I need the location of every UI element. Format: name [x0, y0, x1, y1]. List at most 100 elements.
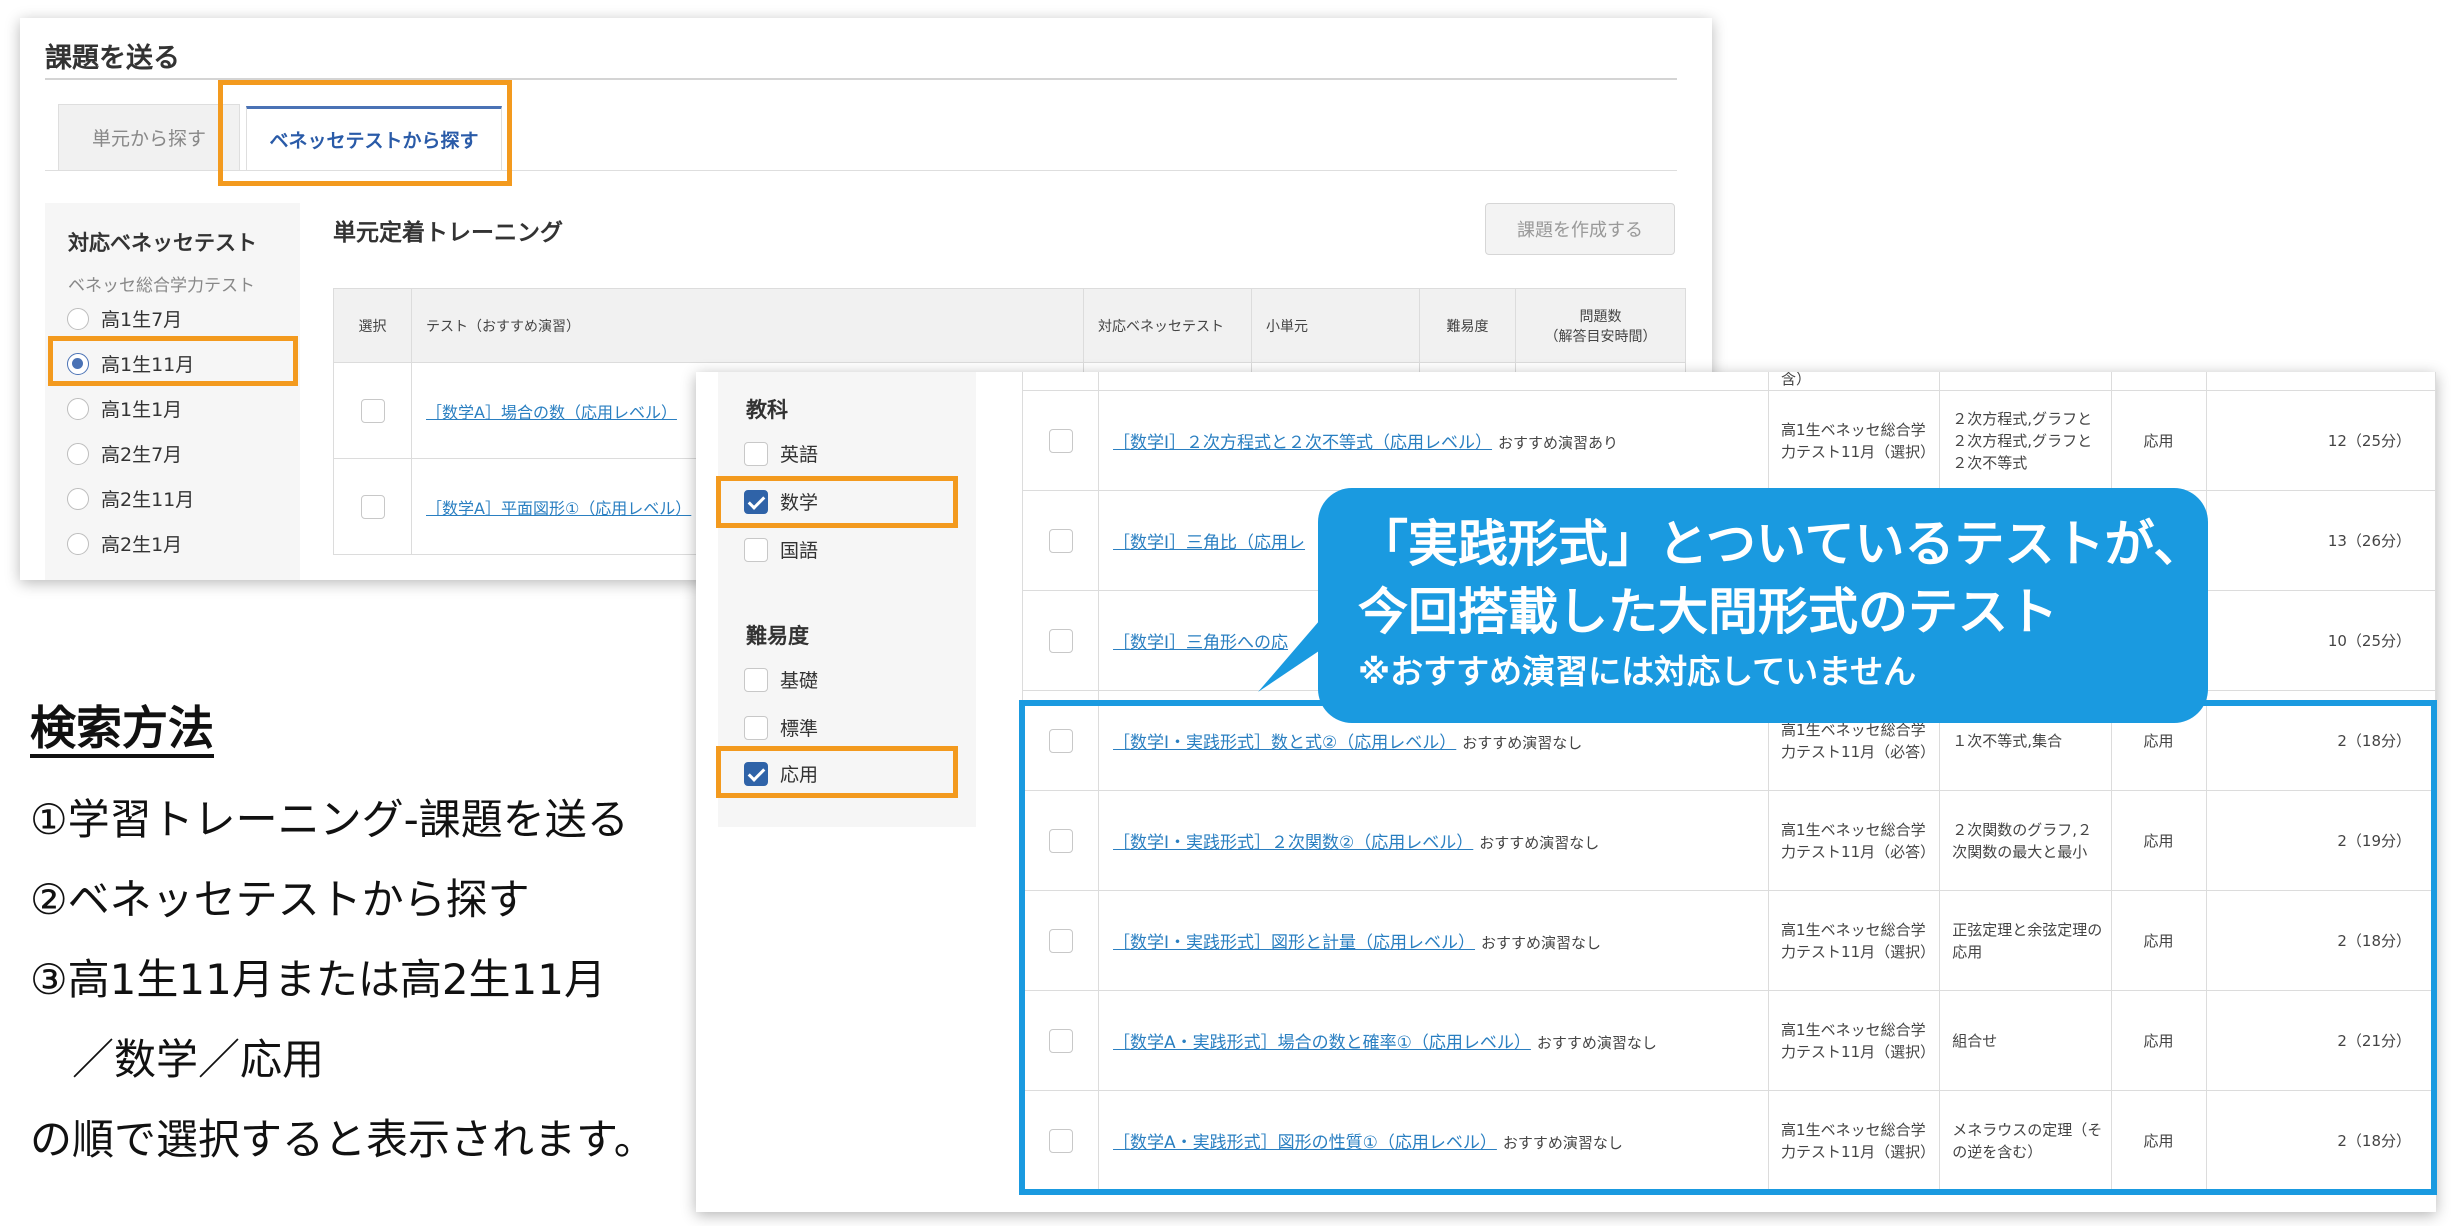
recommend-note: おすすめ演習あり: [1498, 434, 1619, 452]
radio-button[interactable]: [67, 397, 89, 420]
difficulty-option-basic[interactable]: 基礎: [744, 666, 818, 693]
checkbox[interactable]: [744, 537, 768, 562]
difficulty-filter-title: 難易度: [746, 624, 809, 648]
subject-option-english[interactable]: 英語: [744, 440, 818, 467]
cell: [2110, 372, 2207, 391]
subunit-cell: 組合せ: [1939, 990, 2112, 1091]
row-checkbox[interactable]: [1048, 1028, 1073, 1053]
callout-line-2: 今回搭載した大問形式のテスト: [1358, 583, 2058, 641]
col-header-select: 選択: [333, 288, 412, 363]
count-cell: 12（25分）: [2205, 390, 2436, 491]
test-title-cell: ［数学Ⅰ］２次方程式と２次不等式（応用レベル） おすすめ演習あり: [1098, 390, 1770, 491]
recommend-note: おすすめ演習なし: [1481, 934, 1602, 952]
test-link[interactable]: ［数学A］平面図形①（応用レベル）: [426, 499, 691, 518]
checkbox[interactable]: [744, 441, 768, 466]
checkbox[interactable]: [744, 667, 768, 692]
recommend-note: おすすめ演習なし: [1502, 1134, 1623, 1152]
benesse-test-cell: 高1生ベネッセ総合学力テスト11月（選択）: [1768, 990, 1941, 1091]
difficulty-option-applied[interactable]: 応用: [744, 760, 818, 787]
checkbox-label: 基礎: [780, 670, 819, 692]
difficulty-option-standard[interactable]: 標準: [744, 714, 818, 741]
radio-label: 高2生7月: [101, 444, 183, 466]
radio-option-2nen-7gatsu[interactable]: 高2生7月: [67, 440, 182, 467]
difficulty-cell: 応用: [2110, 390, 2207, 491]
instruction-step-1: ①学習トレーニング-課題を送る: [30, 795, 629, 844]
test-link[interactable]: ［数学A・実践形式］場合の数と確率①（応用レベル）: [1113, 1033, 1531, 1053]
row-checkbox[interactable]: [1048, 428, 1073, 453]
select-cell: [1021, 590, 1100, 691]
tab-search-by-unit[interactable]: 単元から探す: [58, 104, 240, 170]
test-link[interactable]: ［数学Ⅰ］２次方程式と２次不等式（応用レベル）: [1113, 433, 1492, 453]
radio-button[interactable]: [67, 487, 89, 510]
radio-option-1nen-11gatsu[interactable]: 高1生11月: [67, 350, 194, 377]
col-header-count-line1: 問題数: [1579, 308, 1622, 325]
test-link[interactable]: ［数学A・実践形式］図形の性質①（応用レベル）: [1113, 1133, 1497, 1153]
select-cell: [333, 362, 412, 459]
difficulty-cell: 応用: [2110, 1090, 2207, 1191]
count-cell: 2（19分）: [2205, 790, 2436, 891]
select-cell: [1021, 990, 1100, 1091]
row-checkbox[interactable]: [1048, 828, 1073, 853]
radio-button-selected[interactable]: [67, 352, 89, 375]
radio-option-2nen-11gatsu[interactable]: 高2生11月: [67, 485, 194, 512]
select-cell: [1021, 390, 1100, 491]
subject-option-math[interactable]: 数学: [744, 488, 818, 515]
test-link[interactable]: ［数学Ⅰ］三角比（応用レ: [1113, 533, 1305, 553]
count-cell: 10（25分）: [2205, 590, 2436, 691]
tab-search-by-benesse-test[interactable]: ベネッセテストから探す: [246, 106, 502, 170]
radio-button[interactable]: [67, 532, 89, 555]
callout-bubble: 「実践形式」とついているテストが、 今回搭載した大問形式のテスト ※おすすめ演習…: [1318, 488, 2208, 723]
benesse-test-cell: 高1生ベネッセ総合学力テスト11月（選択）: [1768, 390, 1941, 491]
row-checkbox[interactable]: [360, 494, 385, 519]
checkbox-label: 数学: [780, 492, 819, 514]
row-checkbox[interactable]: [1048, 528, 1073, 553]
recommend-note: おすすめ演習なし: [1536, 1034, 1657, 1052]
count-cell: 2（18分）: [2205, 690, 2436, 791]
checkbox-checked[interactable]: [744, 489, 768, 514]
table-header-row: 選択 テスト（おすすめ演習） 対応ベネッセテスト 小単元 難易度 問題数 （解答目…: [333, 288, 1686, 363]
test-link[interactable]: ［数学Ⅰ・実践形式］図形と計量（応用レベル）: [1113, 933, 1475, 953]
table-row-partial: 含）: [1021, 372, 2436, 391]
row-checkbox[interactable]: [1048, 1128, 1073, 1153]
subject-option-japanese[interactable]: 国語: [744, 536, 818, 563]
checkbox-checked[interactable]: [744, 761, 768, 786]
cell: [1939, 372, 2112, 391]
row-checkbox[interactable]: [1048, 728, 1073, 753]
title-divider: [45, 78, 1677, 80]
test-link[interactable]: ［数学Ⅰ・実践形式］数と式②（応用レベル）: [1113, 733, 1456, 753]
radio-button[interactable]: [67, 442, 89, 465]
radio-option-1nen-1gatsu[interactable]: 高1生1月: [67, 395, 182, 422]
subunit-cell: 正弦定理と余弦定理の応用: [1939, 890, 2112, 991]
tab-divider: [45, 170, 1677, 171]
instructions-title: 検索方法: [30, 701, 214, 755]
col-header-subunit: 小単元: [1251, 288, 1420, 363]
sidebar-title: 対応ベネッセテスト: [68, 231, 257, 255]
radio-button[interactable]: [67, 307, 89, 330]
test-title-cell: ［数学A・実践形式］場合の数と確率①（応用レベル） おすすめ演習なし: [1098, 990, 1770, 1091]
radio-label: 高2生1月: [101, 534, 183, 556]
radio-option-1nen-7gatsu[interactable]: 高1生7月: [67, 305, 182, 332]
difficulty-cell: 応用: [2110, 990, 2207, 1091]
test-link[interactable]: ［数学Ⅰ・実践形式］２次関数②（応用レベル）: [1113, 833, 1473, 853]
checkbox-label: 応用: [780, 764, 819, 786]
row-checkbox[interactable]: [360, 398, 385, 423]
col-header-test: テスト（おすすめ演習）: [411, 288, 1084, 363]
benesse-test-cell: 高1生ベネッセ総合学力テスト11月（必答）: [1768, 790, 1941, 891]
table-row: ［数学Ⅰ・実践形式］２次関数②（応用レベル） おすすめ演習なし 高1生ベネッセ総合…: [1021, 790, 2436, 891]
checkbox[interactable]: [744, 715, 768, 740]
checkbox-label: 標準: [780, 718, 819, 740]
create-assignment-button[interactable]: 課題を作成する: [1485, 203, 1675, 255]
cell: [1021, 372, 1100, 391]
select-cell: [1021, 490, 1100, 591]
instruction-step-3: ③高1生11月または高2生11月: [30, 955, 606, 1004]
callout-note: ※おすすめ演習には対応していません: [1358, 652, 1917, 691]
test-link[interactable]: ［数学A］場合の数（応用レベル）: [426, 403, 677, 422]
radio-option-2nen-1gatsu[interactable]: 高2生1月: [67, 530, 182, 557]
benesse-test-cell: 高1生ベネッセ総合学力テスト11月（選択）: [1768, 1090, 1941, 1191]
row-checkbox[interactable]: [1048, 628, 1073, 653]
checkbox-label: 英語: [780, 444, 819, 466]
row-checkbox[interactable]: [1048, 928, 1073, 953]
col-header-count-line2: （解答目安時間）: [1544, 328, 1657, 345]
instruction-step-3-cont: ／数学／応用: [30, 1035, 325, 1084]
instruction-step-2: ②ベネッセテストから探す: [30, 875, 530, 924]
